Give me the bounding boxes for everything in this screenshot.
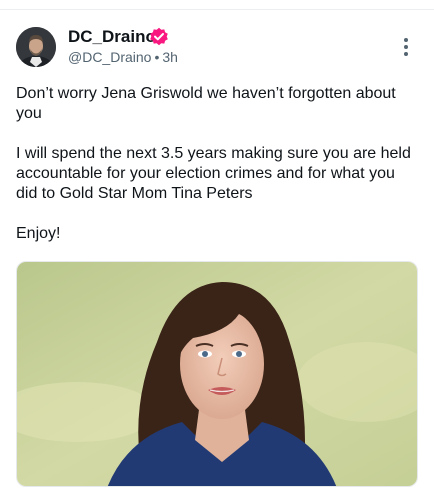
portrait-photo: [17, 262, 417, 486]
author-display-name[interactable]: DC_Draino: [68, 27, 156, 47]
author-meta: @DC_Draino • 3h: [68, 49, 178, 65]
post-paragraph: Don’t worry Jena Griswold we haven’t for…: [16, 85, 396, 122]
meta-separator: •: [154, 49, 160, 65]
author-avatar[interactable]: [16, 27, 56, 67]
top-divider: [0, 9, 434, 10]
verified-badge-icon: [150, 27, 168, 46]
post-body: Don’t worry Jena Griswold we haven’t for…: [16, 84, 416, 244]
post-timestamp[interactable]: 3h: [162, 49, 178, 65]
post-paragraph: Enjoy!: [16, 225, 61, 242]
author-handle[interactable]: @DC_Draino: [68, 49, 151, 65]
post-photo[interactable]: [16, 261, 418, 487]
more-vertical-icon[interactable]: [396, 36, 416, 58]
post-paragraph: I will spend the next 3.5 years making s…: [16, 145, 411, 202]
